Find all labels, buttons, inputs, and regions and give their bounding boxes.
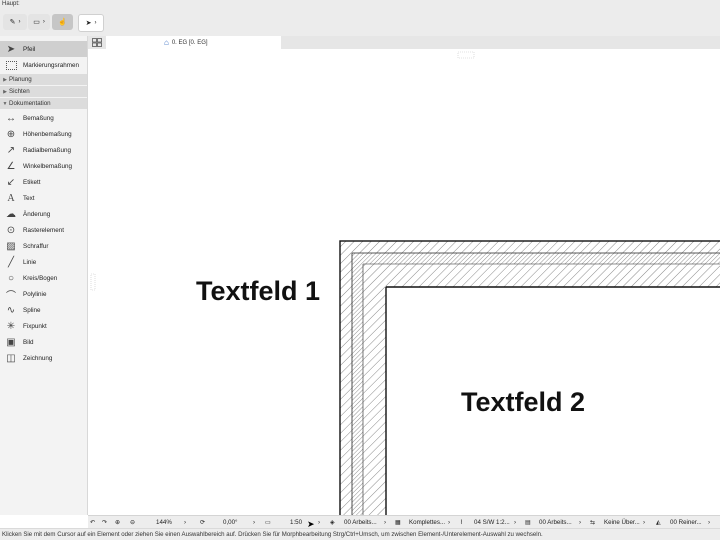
change-icon: ☁ [6, 208, 16, 220]
arrow-tool-button[interactable]: ➤ › [78, 14, 104, 32]
hint-bar: Klicken Sie mit dem Cursor auf ein Eleme… [0, 528, 720, 540]
tool-label: Linie [23, 258, 37, 266]
tool-rasterelement[interactable]: ⊙ Rasterelement [0, 222, 87, 238]
tool-kreis-bogen[interactable]: ○ Kreis/Bogen [0, 270, 87, 286]
tool-label: Winkelbemaßung [23, 162, 72, 170]
tool-fixpunkt[interactable]: ✳ Fixpunkt [0, 318, 87, 334]
tool-linie[interactable]: ╱ Linie [0, 254, 87, 270]
zoom-in-icon: ⊕ [115, 519, 121, 526]
hand-icon: ☝ [58, 19, 67, 26]
square-icon: ▭ [33, 19, 40, 26]
polyline-icon: ⌒ [6, 290, 16, 302]
tool-label: Bild [23, 338, 34, 346]
tool-aenderung[interactable]: ☁ Änderung [0, 206, 87, 222]
radial-dimension-icon: ↗ [6, 144, 16, 156]
floor-plan-icon: ⌂ [164, 38, 169, 47]
tool-pfeil[interactable]: ➤ Pfeil [0, 41, 87, 57]
toolbox: ➤ Pfeil Markierungsrahmen ▶ Planung ▶ Si… [0, 36, 88, 515]
cursor-icon: ➤ [85, 20, 92, 27]
tool-label: Radialbemaßung [23, 146, 71, 154]
text-icon: A [7, 192, 15, 204]
tool-label: Schraffur [23, 242, 49, 250]
category-label: Sichten [9, 88, 30, 95]
category-label: Planung [9, 76, 32, 83]
tool-label: Polylinie [23, 290, 47, 298]
textfeld-2[interactable]: Textfeld 2 [461, 387, 585, 418]
tool-schraffur[interactable]: ▨ Schraffur [0, 238, 87, 254]
tool-radialbemassung[interactable]: ↗ Radialbemaßung [0, 142, 87, 158]
spline-icon: ∿ [6, 304, 16, 316]
tool-label: Bemaßung [23, 114, 54, 122]
tool-label: Fixpunkt [23, 322, 47, 330]
tool-label: Text [23, 194, 35, 202]
category-dokumentation[interactable]: ▼ Dokumentation [0, 98, 87, 109]
tool-label: Etikett [23, 178, 41, 186]
line-icon: ╱ [7, 256, 15, 268]
toolbar-label: Haupt: [2, 1, 20, 7]
image-icon: ▣ [6, 336, 16, 348]
tool-label: Höhenbemaßung [23, 130, 72, 138]
expand-triangle-icon: ▶ [3, 88, 7, 95]
tab-floor-plan[interactable]: ⌂ 0. EG [0. EG] [106, 36, 281, 49]
category-planung[interactable]: ▶ Planung [0, 74, 87, 85]
view-options-button[interactable]: ✎ › [3, 14, 27, 30]
drawing-canvas[interactable]: Textfeld 1 Textfeld 2 [88, 49, 720, 515]
angle-dimension-icon: ∠ [6, 160, 16, 172]
tool-markierungsrahmen[interactable]: Markierungsrahmen [0, 57, 87, 73]
tool-label: Spline [23, 306, 41, 314]
pencil-icon: ✎ [9, 19, 16, 26]
navigator-button[interactable]: ▭ › [28, 14, 50, 30]
drawing-icon: ◫ [6, 352, 16, 364]
tool-bild[interactable]: ▣ Bild [0, 334, 87, 350]
hand-tool-button[interactable]: ☝ [52, 14, 73, 30]
collapse-triangle-icon: ▼ [2, 100, 8, 107]
category-sichten[interactable]: ▶ Sichten [0, 86, 87, 97]
arrow-pointer-icon: ➤ [6, 43, 16, 55]
tool-bemassung[interactable]: ↔ Bemaßung [0, 110, 87, 126]
expand-triangle-icon: ▶ [3, 76, 7, 83]
circle-icon: ○ [7, 272, 15, 284]
tab-title: 0. EG [0. EG] [171, 39, 208, 46]
tab-grid-icon[interactable] [92, 38, 102, 47]
hotspot-icon: ✳ [6, 320, 16, 332]
tool-polylinie[interactable]: ⌒ Polylinie [0, 286, 87, 302]
tool-label: Pfeil [23, 45, 36, 53]
tool-label: Zeichnung [23, 354, 53, 362]
main-toolbar: Haupt: ✎ › ▭ › ☝ ➤ › [0, 0, 720, 36]
fill-icon: ▨ [6, 240, 16, 252]
tool-label: Markierungsrahmen [23, 61, 79, 69]
tool-label: Kreis/Bogen [23, 274, 58, 282]
category-label: Dokumentation [9, 100, 51, 107]
undo-icon: ↶ [90, 519, 96, 526]
tool-hoehenbemassung[interactable]: ⊕ Höhenbemaßung [0, 126, 87, 142]
tool-winkelbemassung[interactable]: ∠ Winkelbemaßung [0, 158, 87, 174]
tool-etikett[interactable]: ↙ Etikett [0, 174, 87, 190]
dimension-icon: ↔ [6, 112, 16, 124]
tool-text[interactable]: A Text [0, 190, 87, 206]
marquee-icon [4, 59, 18, 71]
status-bar: ↶ ↷ ⊕ ⊖ 144% › ⟳ 0,00° › ▭ 1:50 › ◈ 00 A… [88, 515, 720, 529]
redo-icon: ↷ [102, 519, 108, 526]
textfeld-1[interactable]: Textfeld 1 [196, 276, 320, 307]
label-icon: ↙ [6, 176, 16, 188]
tool-label: Rasterelement [23, 226, 64, 234]
tool-label: Änderung [23, 210, 51, 218]
zoom-out-icon: ⊖ [130, 519, 136, 526]
grid-element-icon: ⊙ [6, 224, 16, 236]
tool-spline[interactable]: ∿ Spline [0, 302, 87, 318]
tool-zeichnung[interactable]: ◫ Zeichnung [0, 350, 87, 366]
wall-drawing[interactable] [339, 240, 720, 515]
level-dimension-icon: ⊕ [6, 128, 16, 140]
